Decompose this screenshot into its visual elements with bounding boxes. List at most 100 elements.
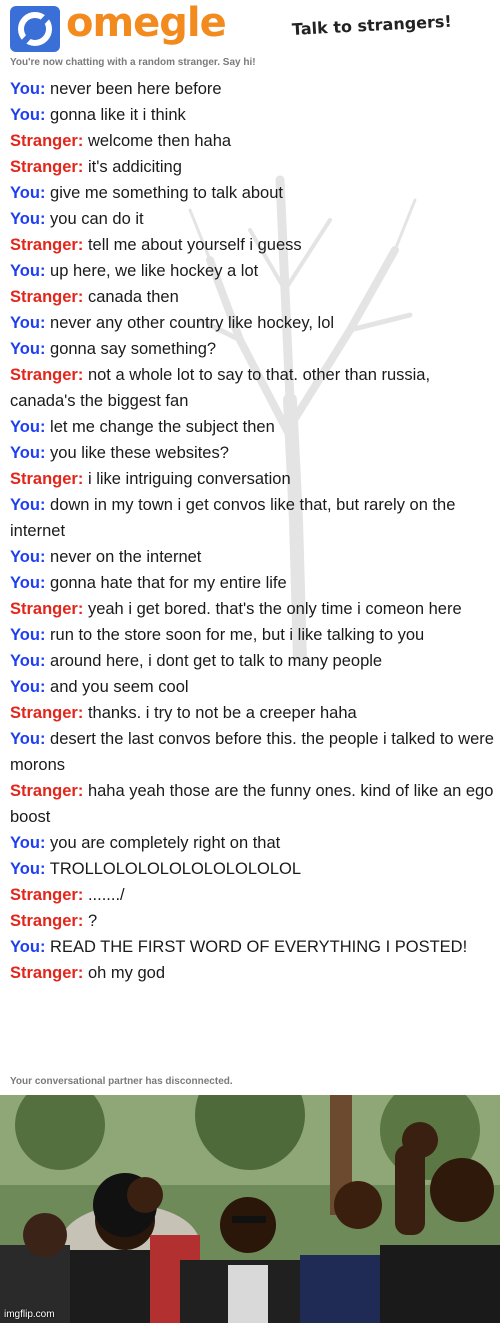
tagline: Talk to strangers! [291, 11, 453, 39]
message-text: ? [87, 912, 98, 930]
chat-message-stranger: Stranger: oh my god [10, 960, 495, 986]
chat-message-you: You: let me change the subject then [10, 414, 495, 440]
chat-message-stranger: Stranger: yeah i get bored. that's the o… [10, 596, 495, 622]
chat-message-stranger: Stranger: canada then [10, 284, 495, 310]
message-speaker: You: [10, 444, 46, 462]
chat-message-stranger: Stranger: welcome then haha [10, 128, 495, 154]
omegle-logo-icon [10, 6, 60, 52]
message-text: gonna like it i think [50, 106, 186, 124]
chat-message-stranger: Stranger: haha yeah those are the funny … [10, 778, 495, 830]
chat-message-you: You: you are completely right on that [10, 830, 495, 856]
chat-message-you: You: TROLLOLOLOLOLOLOLOLOLOL [10, 856, 495, 882]
message-text: welcome then haha [87, 132, 232, 150]
chat-message-you: You: gonna say something? [10, 336, 495, 362]
message-speaker: Stranger: [10, 158, 84, 176]
message-text: let me change the subject then [50, 418, 275, 436]
message-text: you are completely right on that [50, 834, 281, 852]
chat-message-you: You: never been here before [10, 76, 495, 102]
message-text: you like these websites? [50, 444, 229, 462]
message-text: run to the store soon for me, but i like… [50, 626, 425, 644]
message-speaker: You: [10, 626, 46, 644]
chat-message-you: You: run to the store soon for me, but i… [10, 622, 495, 648]
message-speaker: You: [10, 210, 46, 228]
chat-message-you: You: never on the internet [10, 544, 495, 570]
message-speaker: You: [10, 80, 46, 98]
message-text: around here, i dont get to talk to many … [50, 652, 383, 670]
message-speaker: You: [10, 418, 46, 436]
chat-message-you: You: never any other country like hockey… [10, 310, 495, 336]
message-text: TROLLOLOLOLOLOLOLOLOLOL [49, 860, 302, 878]
message-speaker: You: [10, 262, 46, 280]
imgflip-watermark: imgflip.com [4, 1309, 55, 1320]
message-text: canada then [87, 288, 179, 306]
chat-message-stranger: Stranger: it's addiciting [10, 154, 495, 180]
chat-message-you: You: you can do it [10, 206, 495, 232]
message-text: down in my town i get convos like that, … [10, 496, 456, 540]
message-text: you can do it [50, 210, 144, 228]
message-text: thanks. i try to not be a creeper haha [87, 704, 357, 722]
message-text: never been here before [50, 80, 222, 98]
message-text: gonna hate that for my entire life [50, 574, 287, 592]
chat-message-you: You: up here, we like hockey a lot [10, 258, 495, 284]
message-text: up here, we like hockey a lot [50, 262, 259, 280]
omegle-logo-text: omegle [66, 0, 227, 46]
message-speaker: Stranger: [10, 288, 84, 306]
message-text: give me something to talk about [50, 184, 283, 202]
chat-message-you: You: desert the last convos before this.… [10, 726, 495, 778]
message-text: tell me about yourself i guess [87, 236, 302, 254]
message-text: oh my god [87, 964, 165, 982]
message-speaker: Stranger: [10, 132, 84, 150]
message-speaker: Stranger: [10, 470, 84, 488]
message-speaker: You: [10, 574, 46, 592]
message-text: ......./ [87, 886, 125, 904]
chat-message-you: You: around here, i dont get to talk to … [10, 648, 495, 674]
disconnect-status: Your conversational partner has disconne… [10, 1076, 233, 1087]
crowd-reaction-image [0, 1095, 500, 1323]
chat-message-stranger: Stranger: thanks. i try to not be a cree… [10, 700, 495, 726]
message-speaker: You: [10, 730, 46, 748]
message-speaker: You: [10, 184, 46, 202]
message-speaker: You: [10, 860, 46, 878]
message-speaker: You: [10, 652, 46, 670]
chat-message-stranger: Stranger: not a whole lot to say to that… [10, 362, 495, 414]
message-speaker: You: [10, 834, 46, 852]
chat-message-you: You: READ THE FIRST WORD OF EVERYTHING I… [10, 934, 495, 960]
message-text: i like intriguing conversation [87, 470, 291, 488]
chat-message-you: You: and you seem cool [10, 674, 495, 700]
message-speaker: Stranger: [10, 912, 84, 930]
message-speaker: You: [10, 496, 46, 514]
chat-message-stranger: Stranger: ? [10, 908, 495, 934]
chat-screenshot: omegle Talk to strangers! You're now cha… [0, 0, 500, 1095]
message-text: haha yeah those are the funny ones. kind… [10, 782, 494, 826]
chat-message-you: You: gonna hate that for my entire life [10, 570, 495, 596]
message-speaker: Stranger: [10, 782, 84, 800]
chat-message-you: You: give me something to talk about [10, 180, 495, 206]
message-speaker: Stranger: [10, 236, 84, 254]
message-speaker: You: [10, 340, 46, 358]
omegle-header: omegle Talk to strangers! [0, 0, 500, 58]
message-speaker: Stranger: [10, 704, 84, 722]
message-text: never on the internet [50, 548, 202, 566]
message-speaker: You: [10, 938, 46, 956]
connection-status: You're now chatting with a random strang… [10, 57, 256, 68]
message-text: READ THE FIRST WORD OF EVERYTHING I POST… [50, 938, 468, 956]
message-text: it's addiciting [87, 158, 182, 176]
chat-message-stranger: Stranger: ......./ [10, 882, 495, 908]
message-speaker: Stranger: [10, 600, 84, 618]
message-text: yeah i get bored. that's the only time i… [87, 600, 462, 618]
chat-message-you: You: you like these websites? [10, 440, 495, 466]
message-speaker: Stranger: [10, 964, 84, 982]
message-speaker: Stranger: [10, 886, 84, 904]
message-log: You: never been here before You: gonna li… [10, 76, 495, 986]
message-text: gonna say something? [50, 340, 217, 358]
message-text: desert the last convos before this. the … [10, 730, 494, 774]
reaction-photo: imgflip.com [0, 1095, 500, 1323]
message-speaker: You: [10, 106, 46, 124]
message-text: never any other country like hockey, lol [50, 314, 335, 332]
message-speaker: You: [10, 314, 46, 332]
chat-message-stranger: Stranger: tell me about yourself i guess [10, 232, 495, 258]
message-speaker: You: [10, 678, 46, 696]
message-speaker: You: [10, 548, 46, 566]
chat-message-you: You: gonna like it i think [10, 102, 495, 128]
message-text: and you seem cool [50, 678, 189, 696]
